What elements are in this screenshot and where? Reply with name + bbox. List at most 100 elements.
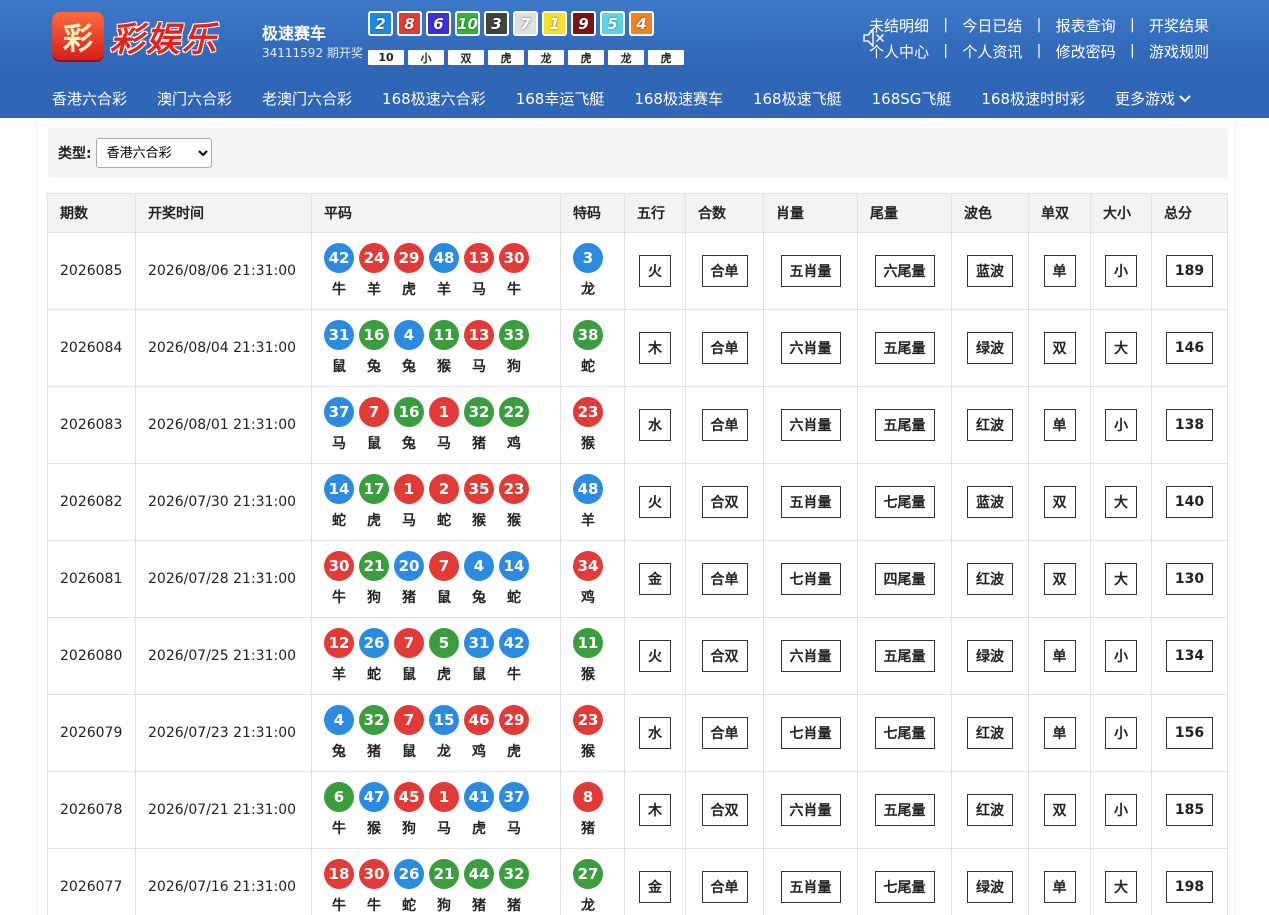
wuxing-badge: 金 [639, 871, 671, 903]
nav-item[interactable]: 168极速赛车 [634, 88, 723, 109]
issue-cell: 2026079 [47, 694, 136, 772]
regular-numbers: 42 牛 24 羊 29 虎 48 羊 13 马 30 牛 [324, 243, 560, 299]
number-ball-group: 23 猴 [499, 474, 529, 530]
number-ball-group: 21 狗 [429, 859, 459, 915]
number-ball-group: 8猪 [573, 782, 603, 838]
zodiac-label: 猴 [507, 513, 521, 529]
wave-color-cell: 红波 [951, 386, 1029, 464]
table-row: 2026079 2026/07/23 21:31:00 4 兔 32 猪 7 鼠 15 龙 46 鸡 2… [47, 694, 1228, 772]
column-header: 平码 [311, 193, 561, 233]
nav-item[interactable]: 168极速六合彩 [382, 88, 486, 109]
draw-number-ball: 9 [571, 11, 596, 36]
zodiac-label: 牛 [332, 898, 346, 914]
tail-count-badge: 五尾量 [874, 794, 935, 826]
number-ball-group: 11 猴 [429, 320, 459, 376]
number-ball: 11 [429, 320, 459, 350]
nav-more-games[interactable]: 更多游戏 [1115, 88, 1191, 109]
number-ball-group: 1马 [429, 397, 459, 453]
number-ball: 33 [499, 320, 529, 350]
draw-number-ball: 3 [484, 11, 509, 36]
number-ball-group: 4兔 [394, 320, 424, 376]
number-ball-group: 34 鸡 [573, 551, 603, 607]
number-ball-group: 23 猴 [573, 397, 603, 453]
number-ball-group: 29 虎 [499, 705, 529, 761]
number-ball: 30 [499, 243, 529, 273]
zodiac-count-cell: 五肖量 [763, 232, 858, 310]
zodiac-label: 鸡 [581, 590, 595, 606]
number-ball-group: 5虎 [429, 628, 459, 684]
heshu-badge: 合单 [701, 255, 748, 287]
issue-cell: 2026083 [47, 386, 136, 464]
number-ball: 29 [499, 705, 529, 735]
link-personal-info[interactable]: 个人资讯 [962, 41, 1022, 62]
heshu-cell: 合单 [685, 309, 764, 387]
regular-numbers-cell: 18 牛 30 牛 26 蛇 21 狗 44 猪 32 猪 [311, 848, 561, 915]
number-ball-group: 33 狗 [499, 320, 529, 376]
zodiac-label: 马 [437, 821, 451, 837]
zodiac-label: 马 [332, 436, 346, 452]
column-header: 尾量 [857, 193, 952, 233]
tail-count-cell: 五尾量 [857, 386, 952, 464]
zodiac-label: 猴 [437, 359, 451, 375]
zodiac-label: 鸡 [507, 436, 521, 452]
wave-color-badge: 红波 [967, 794, 1013, 826]
wuxing-badge: 水 [639, 409, 671, 441]
nav-item[interactable]: 168SG飞艇 [872, 88, 952, 109]
number-ball: 42 [324, 243, 354, 273]
zodiac-count-badge: 五肖量 [780, 255, 841, 287]
draw-time-cell: 2026/07/21 21:31:00 [135, 771, 312, 849]
big-small-badge: 小 [1105, 794, 1137, 826]
link-today-settled[interactable]: 今日已结 [962, 15, 1022, 36]
zodiac-label: 猪 [472, 436, 486, 452]
nav-item[interactable]: 168极速时时彩 [981, 88, 1085, 109]
big-small-badge: 小 [1105, 409, 1137, 441]
zodiac-count-cell: 六肖量 [763, 386, 858, 464]
draw-time-cell: 2026/07/25 21:31:00 [135, 617, 312, 695]
separator: | [1129, 43, 1135, 59]
heshu-cell: 合单 [685, 386, 764, 464]
tail-count-cell: 五尾量 [857, 309, 952, 387]
number-ball-group: 11 猴 [573, 628, 603, 684]
zodiac-label: 蛇 [402, 898, 416, 914]
nav-item[interactable]: 澳门六合彩 [157, 88, 232, 109]
total-score-badge: 138 [1165, 409, 1214, 441]
number-ball: 4 [394, 320, 424, 350]
zodiac-label: 兔 [402, 436, 416, 452]
wuxing-badge: 火 [639, 640, 671, 672]
zodiac-count-badge: 五肖量 [780, 486, 841, 518]
site-logo[interactable]: 彩 彩娱乐 [52, 10, 218, 62]
separator: | [1036, 17, 1042, 33]
type-select[interactable]: 香港六合彩 [95, 138, 212, 168]
nav-item[interactable]: 老澳门六合彩 [262, 88, 352, 109]
game-nav: 香港六合彩 澳门六合彩 老澳门六合彩 168极速六合彩 168幸运飞艇 168极… [0, 78, 1269, 118]
number-ball: 46 [464, 705, 494, 735]
nav-item[interactable]: 香港六合彩 [52, 88, 127, 109]
number-ball: 23 [499, 474, 529, 504]
regular-numbers-cell: 30 牛 21 狗 20 猪 7 鼠 4 兔 14 蛇 [311, 540, 561, 618]
table-row: 2026084 2026/08/04 21:31:00 31 鼠 16 兔 4 兔 11 猴 13 马… [47, 309, 1228, 387]
draw-history-table: 期数 开奖时间 平码 特码 五行 合数 肖量 尾量 波色 单双 大小 总分 2026085 2026/0… [47, 193, 1228, 915]
nav-item[interactable]: 168幸运飞艇 [516, 88, 605, 109]
zodiac-label: 虎 [367, 513, 381, 529]
zodiac-label: 猪 [402, 590, 416, 606]
zodiac-count-badge: 七肖量 [780, 717, 841, 749]
nav-item[interactable]: 168极速飞艇 [753, 88, 842, 109]
link-game-rules[interactable]: 游戏规则 [1149, 41, 1209, 62]
number-ball-group: 38 蛇 [573, 320, 603, 376]
regular-numbers-cell: 14 蛇 17 虎 1 马 2 蛇 35 猴 23 猴 [311, 463, 561, 541]
number-ball-group: 27 龙 [573, 859, 603, 915]
number-ball: 12 [324, 628, 354, 658]
number-ball: 7 [429, 551, 459, 581]
link-unsettled-details[interactable]: 未结明细 [869, 15, 929, 36]
link-personal-center[interactable]: 个人中心 [869, 41, 929, 62]
draw-time-cell: 2026/07/28 21:31:00 [135, 540, 312, 618]
chevron-down-icon [1179, 95, 1191, 103]
separator: | [943, 17, 949, 33]
link-report-query[interactable]: 报表查询 [1056, 15, 1116, 36]
tail-count-badge: 七尾量 [874, 486, 935, 518]
total-score-badge: 130 [1165, 563, 1214, 595]
link-change-password[interactable]: 修改密码 [1056, 41, 1116, 62]
number-ball-group: 6牛 [324, 782, 354, 838]
link-draw-results[interactable]: 开奖结果 [1149, 15, 1209, 36]
total-score-badge: 198 [1165, 871, 1214, 903]
